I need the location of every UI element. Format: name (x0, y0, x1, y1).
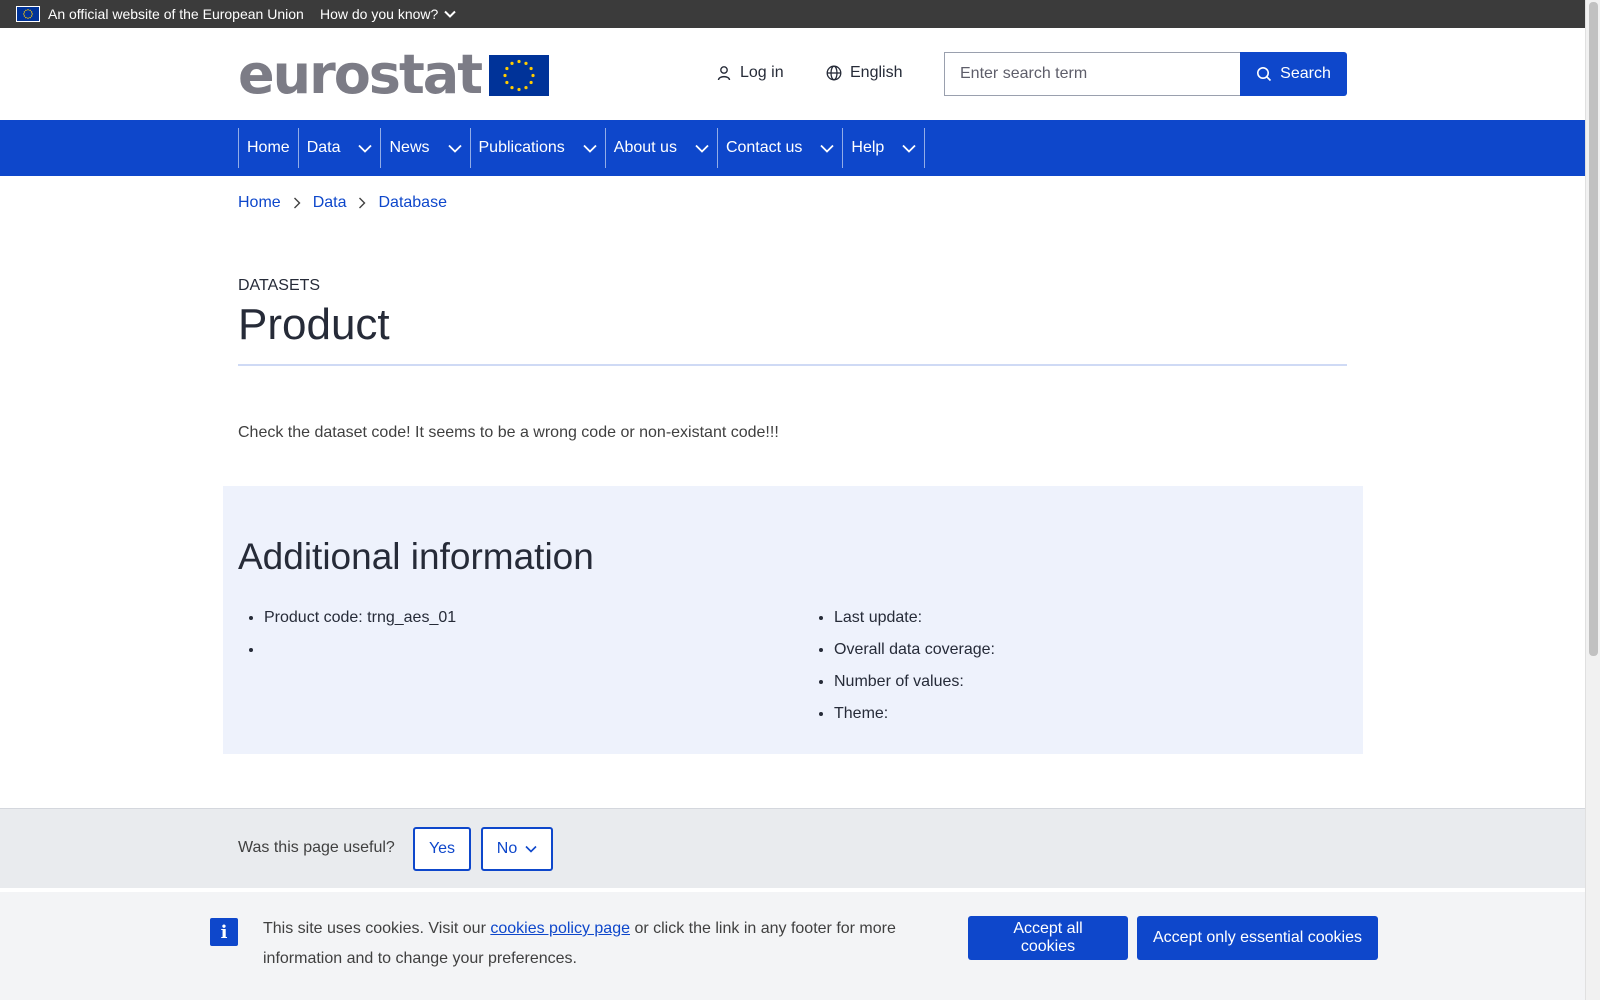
info-item-number-of-values: Number of values: (834, 670, 995, 702)
breadcrumb-data[interactable]: Data (313, 194, 347, 212)
page-scrollbar[interactable] (1585, 0, 1600, 1000)
info-item-theme: Theme: (834, 702, 995, 734)
additional-info-section: Additional information Product code: trn… (223, 486, 1363, 754)
feedback-yes-button[interactable]: Yes (413, 827, 471, 871)
chevron-right-icon (293, 197, 301, 209)
globe-icon (826, 65, 842, 81)
feedback-yes-label: Yes (428, 840, 456, 857)
page-feedback-bar: Was this page useful? Yes No (0, 808, 1585, 888)
cookies-policy-link[interactable]: cookies policy page (490, 920, 630, 937)
user-icon (717, 66, 731, 81)
additional-info-heading: Additional information (238, 536, 594, 577)
search-button[interactable]: Search (1240, 52, 1347, 96)
cookie-banner: i This site uses cookies. Visit our cook… (0, 888, 1585, 1000)
nav-item-publications[interactable]: Publications (471, 128, 606, 168)
nav-item-help[interactable]: Help (843, 128, 926, 168)
cookie-message: This site uses cookies. Visit our cookie… (263, 914, 923, 974)
nav-item-label: Home (247, 139, 290, 156)
accept-essential-cookies-button[interactable]: Accept only essential cookies (1137, 916, 1378, 960)
chevron-down-icon[interactable] (358, 144, 373, 153)
accept-all-cookies-button[interactable]: Accept all cookies (968, 916, 1128, 960)
how-do-you-know-toggle[interactable]: How do you know? (320, 6, 457, 22)
page-type-label: DATASETS (238, 277, 321, 294)
page-title: Product (238, 300, 390, 349)
nav-item-label: Data (306, 139, 341, 156)
chevron-down-icon[interactable] (902, 144, 916, 153)
title-divider (238, 364, 1347, 366)
login-link[interactable]: Log in (716, 64, 784, 82)
info-list-right: Last update: Overall data coverage: Numb… (808, 606, 995, 734)
search-button-label: Search (1280, 65, 1331, 82)
eu-flag-logo-icon (489, 54, 550, 96)
feedback-question: Was this page useful? (238, 839, 395, 856)
nav-item-label: Contact us (725, 139, 803, 156)
chevron-down-icon[interactable] (820, 144, 835, 153)
nav-item-label: Help (851, 139, 885, 156)
nav-item-label: Publications (478, 139, 565, 156)
info-item-product-code: Product code: trng_aes_01 (264, 606, 456, 638)
feedback-no-label: No (496, 840, 518, 857)
eu-official-bar: An official website of the European Unio… (0, 0, 1585, 28)
info-list-left: Product code: trng_aes_01 (238, 606, 456, 670)
language-label: English (850, 64, 903, 81)
chevron-down-icon[interactable] (695, 144, 709, 153)
login-label: Log in (740, 64, 784, 81)
error-message: Check the dataset code! It seems to be a… (238, 424, 779, 441)
feedback-no-button[interactable]: No (481, 827, 553, 871)
nav-item-contact-us[interactable]: Contact us (718, 128, 844, 168)
chevron-down-icon[interactable] (447, 144, 462, 153)
logo-wordmark: eurostat (238, 43, 483, 106)
breadcrumb-database[interactable]: Database (378, 194, 447, 212)
chevron-right-icon (358, 197, 366, 209)
nav-item-home[interactable]: Home (239, 128, 299, 168)
scrollbar-thumb[interactable] (1589, 2, 1598, 656)
main-navigation: Home Data News Publications About us Con… (0, 120, 1585, 176)
site-header: eurostat Log in English Search (0, 28, 1585, 120)
how-do-you-know-label: How do you know? (320, 6, 439, 22)
chevron-down-icon[interactable] (583, 144, 597, 153)
nav-item-label: About us (613, 139, 677, 156)
breadcrumb: Home Data Database (238, 194, 447, 212)
info-icon: i (210, 918, 238, 946)
breadcrumb-home[interactable]: Home (238, 194, 281, 212)
chevron-down-icon (444, 10, 457, 18)
nav-item-about-us[interactable]: About us (606, 128, 718, 168)
eu-official-text: An official website of the European Unio… (48, 6, 304, 22)
nav-item-label: News (389, 139, 430, 156)
language-selector[interactable]: English (826, 64, 902, 82)
nav-item-news[interactable]: News (381, 128, 471, 168)
nav-item-data[interactable]: Data (299, 128, 382, 168)
info-item-data-coverage: Overall data coverage: (834, 638, 995, 670)
nav-list: Home Data News Publications About us Con… (238, 128, 926, 168)
info-item-empty (264, 638, 456, 670)
chevron-down-icon (525, 845, 537, 853)
cookie-text-before: This site uses cookies. Visit our (263, 920, 491, 937)
search-input[interactable] (944, 52, 1240, 96)
eu-flag-icon (16, 6, 40, 22)
eurostat-logo[interactable]: eurostat (238, 43, 550, 106)
info-item-last-update: Last update: (834, 606, 995, 638)
search-icon (1257, 67, 1272, 82)
